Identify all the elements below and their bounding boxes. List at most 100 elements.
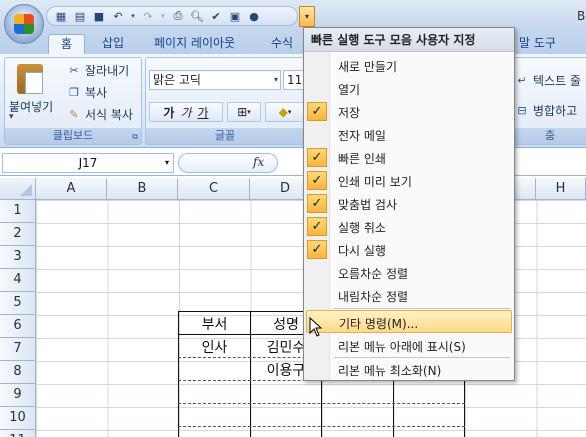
menu-item[interactable]: 내림차순 정렬 <box>304 284 514 307</box>
wrap-text-button[interactable]: ↵ 텍스트 줄 <box>515 72 581 89</box>
merge-button[interactable]: ⊟ 병합하고 <box>515 102 577 119</box>
menu-item-more-commands[interactable]: 기타 명령(M)... <box>306 310 512 333</box>
menu-item-label: 내림차순 정렬 <box>338 290 409 304</box>
undo-icon[interactable]: ↶ <box>110 8 126 24</box>
redo-icon[interactable]: ↷ <box>140 8 156 24</box>
office-logo-icon <box>14 14 34 34</box>
spelling-icon[interactable]: ✔ <box>208 8 224 24</box>
camera-icon[interactable]: ▣ <box>227 8 243 24</box>
row-header-2[interactable]: 2 <box>0 223 36 246</box>
menu-item-minimize-ribbon[interactable]: 리본 메뉴 최소화(N) <box>304 358 514 381</box>
clipboard-group: 붙여넣기 ▾ ✂ 잘라내기 ❐ 복사 ✎ 서식 복사 클립보드 ⧉ <box>4 57 142 145</box>
row-header-3[interactable]: 3 <box>0 246 36 269</box>
menu-item[interactable]: 전자 메일 <box>304 123 514 146</box>
merge-icon: ⊟ <box>517 103 527 117</box>
font-group-label: 글꼴 <box>146 128 304 144</box>
fill-color-button[interactable]: ◆ ▾ <box>265 102 305 122</box>
paste-icon[interactable] <box>17 64 43 94</box>
menu-item[interactable]: 오름차순 정렬 <box>304 261 514 284</box>
column-header-h[interactable]: H <box>536 178 586 200</box>
column-header-c[interactable]: C <box>178 178 250 200</box>
font-group: 맑은 고딕 ▾ 11 가 가 가 ⊞ ▾ ◆ ▾ 글꼴 <box>145 57 313 145</box>
check-icon: ✓ <box>307 102 327 121</box>
row-header-9[interactable]: 9 <box>0 384 36 407</box>
print-preview-icon[interactable]: 🔍︎ <box>189 8 205 24</box>
column-header-a[interactable]: A <box>36 178 107 200</box>
brush-icon: ✎ <box>69 107 79 121</box>
menu-item-label: 오름차순 정렬 <box>338 267 409 281</box>
alignment-group: ↵ 텍스트 줄 ⊟ 병합하고 춤 <box>508 57 586 145</box>
menu-item[interactable]: ✓ 빠른 인쇄 <box>304 146 514 169</box>
menu-item-label: 열기 <box>338 83 361 97</box>
mouse-cursor-icon <box>309 317 323 337</box>
row-header-4[interactable]: 4 <box>0 269 36 292</box>
tab-page-layout[interactable]: 페이지 레이아웃 <box>154 34 235 54</box>
check-icon: ✓ <box>307 148 327 167</box>
format-painter-button[interactable]: ✎ 서식 복사 <box>67 106 133 123</box>
menu-item-label: 빠른 인쇄 <box>338 152 386 166</box>
row-header-7[interactable]: 7 <box>0 338 36 361</box>
chevron-down-icon: ▾ <box>164 158 169 167</box>
italic-button[interactable]: 가 <box>180 104 191 121</box>
menu-item[interactable]: ✓ 저장 <box>304 100 514 123</box>
bold-button[interactable]: 가 <box>163 104 174 121</box>
insert-function-button[interactable]: fx <box>178 153 278 173</box>
menu-item-show-below-ribbon[interactable]: 리본 메뉴 아래에 표시(S) <box>304 334 514 357</box>
menu-item[interactable]: ✓ 인쇄 미리 보기 <box>304 169 514 192</box>
menu-item-label: 맞춤법 검사 <box>338 198 398 212</box>
wrap-text-icon: ↵ <box>517 73 527 87</box>
table-divider <box>178 426 465 427</box>
menu-item[interactable]: ✓ 맞춤법 검사 <box>304 192 514 215</box>
customize-qat-menu: 빠른 실행 도구 모음 사용자 지정 새로 만들기열기 ✓ 저장 전자 메일 ✓ 빠른 인… <box>303 27 515 381</box>
tab-formulas[interactable]: 수식 <box>271 34 293 54</box>
column-header-b[interactable]: B <box>107 178 178 200</box>
chevron-down-icon[interactable]: ▾ <box>129 8 137 24</box>
chevron-down-icon[interactable]: ▾ <box>9 112 14 122</box>
row-header-10[interactable]: 10 <box>0 407 36 430</box>
print-icon[interactable]: ⎙ <box>170 8 186 24</box>
chevron-down-icon[interactable]: ▾ <box>159 8 167 24</box>
paste-button[interactable]: 붙여넣기 <box>9 98 53 115</box>
row-header-1[interactable]: 1 <box>0 200 36 223</box>
check-icon: ✓ <box>307 217 327 236</box>
copy-button[interactable]: ❐ 복사 <box>67 84 107 101</box>
menu-item-label: 새로 만들기 <box>338 60 398 74</box>
check-icon: ✓ <box>307 194 327 213</box>
customize-qat-dropdown-button[interactable]: ▾ <box>299 6 315 27</box>
row-header-8[interactable]: 8 <box>0 361 36 384</box>
cut-button[interactable]: ✂ 잘라내기 <box>67 62 129 79</box>
save-icon[interactable]: ■ <box>91 8 107 24</box>
copy-icon: ❐ <box>69 85 79 99</box>
menu-item[interactable]: 열기 <box>304 77 514 100</box>
cell-C6[interactable]: 부서 <box>179 314 250 334</box>
office-button[interactable] <box>4 4 44 44</box>
circle-icon[interactable]: ● <box>246 8 262 24</box>
menu-separator <box>334 308 510 309</box>
scissors-icon: ✂ <box>69 63 79 77</box>
check-icon: ✓ <box>307 171 327 190</box>
excel-icon[interactable]: ▦ <box>53 8 69 24</box>
name-box[interactable]: J17 ▾ <box>2 153 174 173</box>
menu-item-label: 인쇄 미리 보기 <box>338 175 412 189</box>
border-button[interactable]: ⊞ ▾ <box>227 102 261 122</box>
row-header-5[interactable]: 5 <box>0 292 36 315</box>
fill-bucket-icon: ◆ <box>278 105 288 119</box>
tab-tools[interactable]: 말 도구 <box>519 34 556 54</box>
underline-button[interactable]: 가 <box>198 104 209 121</box>
menu-item[interactable]: ✓ 실행 취소 <box>304 215 514 238</box>
font-name-combo[interactable]: 맑은 고딕 ▾ <box>149 70 281 90</box>
dialog-launcher-icon[interactable]: ⧉ <box>132 132 138 142</box>
menu-item[interactable]: 새로 만들기 <box>304 54 514 77</box>
tab-home[interactable]: 홈 <box>48 34 86 54</box>
excel-window: ▦ ▤ ■ ↶ ▾ ↷ ▾ ⎙ 🔍︎ ✔ ▣ ● ▾ Bo 홈 삽입 페이지 레… <box>0 0 586 437</box>
menu-item[interactable]: ✓ 다시 실행 <box>304 238 514 261</box>
row-header-11[interactable]: 11 <box>0 430 36 437</box>
grid-icon[interactable]: ▤ <box>72 8 88 24</box>
check-icon: ✓ <box>307 240 327 259</box>
tab-insert[interactable]: 삽입 <box>102 34 124 54</box>
menu-item-label: 다시 실행 <box>338 244 386 258</box>
menu-title: 빠른 실행 도구 모음 사용자 지정 <box>304 28 514 52</box>
cell-C7[interactable]: 인사 <box>179 337 250 357</box>
select-all-corner[interactable] <box>0 178 36 200</box>
row-header-6[interactable]: 6 <box>0 315 36 338</box>
